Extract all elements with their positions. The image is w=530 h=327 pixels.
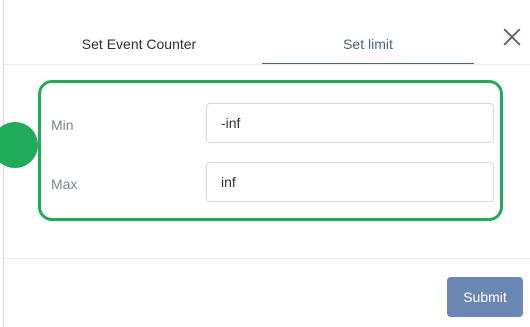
min-input[interactable]: [206, 103, 494, 143]
set-limit-dialog: Set Event Counter Set limit Min Max Subm…: [0, 0, 530, 327]
tab-set-event-counter[interactable]: Set Event Counter: [44, 36, 234, 52]
max-label: Max: [51, 176, 78, 192]
annotation-marker: [0, 122, 38, 168]
max-input[interactable]: [206, 162, 494, 202]
close-icon[interactable]: [501, 26, 523, 48]
min-label: Min: [51, 117, 74, 133]
tabs-divider: [4, 64, 530, 65]
footer-divider: [4, 258, 530, 259]
submit-button[interactable]: Submit: [447, 277, 523, 317]
tab-set-limit[interactable]: Set limit: [262, 36, 474, 52]
